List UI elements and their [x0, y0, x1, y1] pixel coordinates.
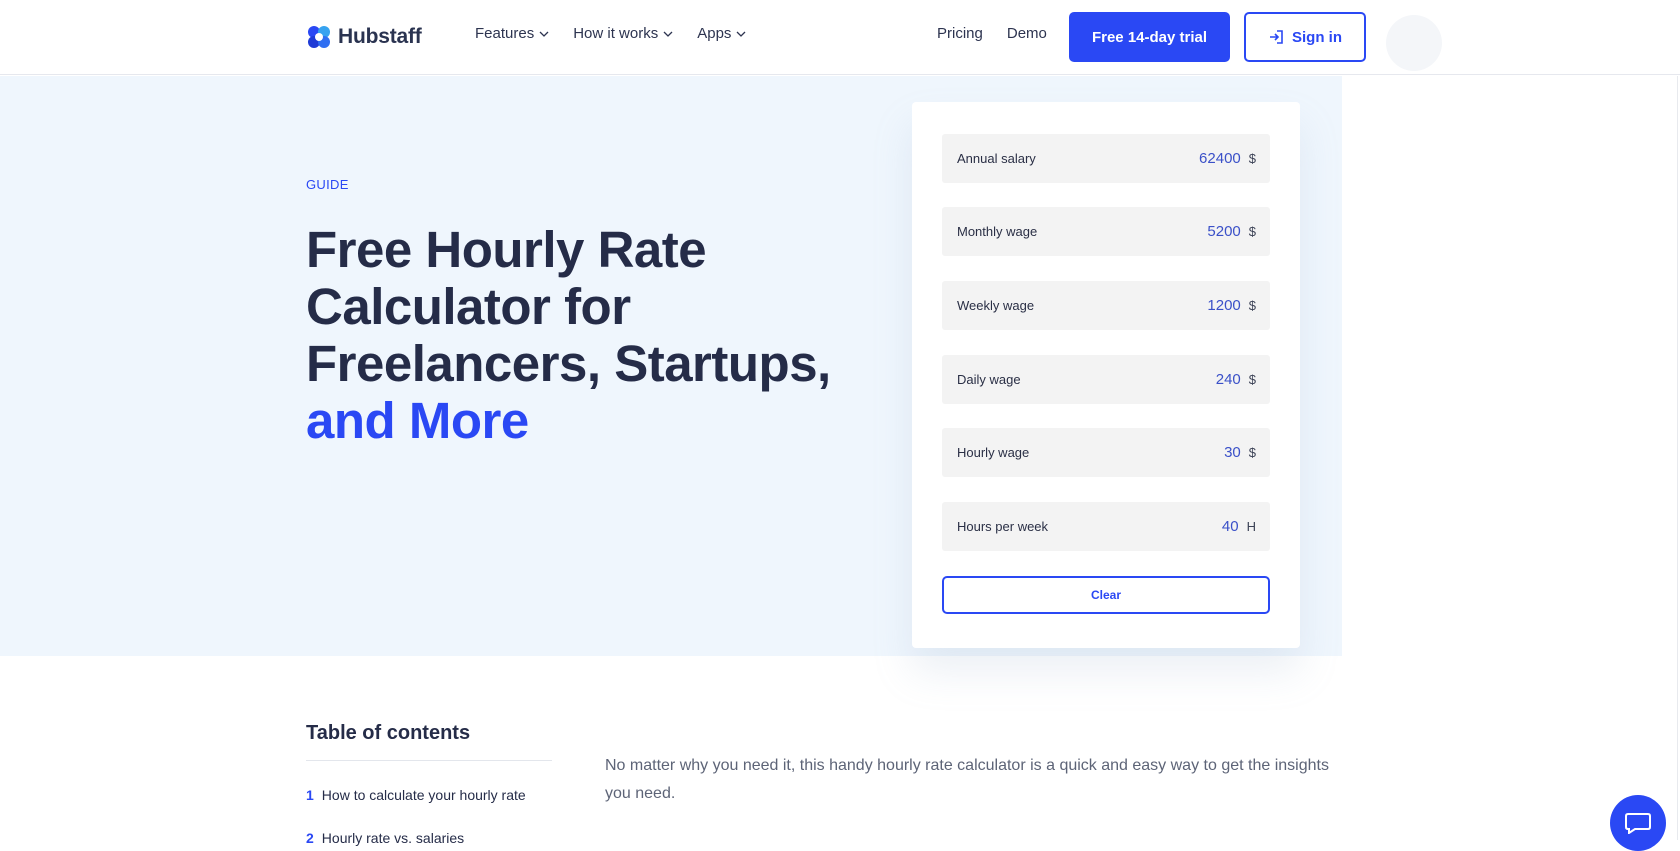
field-value[interactable]: 1200 [1207, 297, 1240, 314]
field-label: Hours per week [957, 519, 1049, 534]
nav-features-label: Features [475, 25, 535, 42]
monthly-wage-field[interactable]: Monthly wage 5200 $ [942, 207, 1270, 256]
field-unit: $ [1248, 372, 1256, 387]
sign-in-icon [1270, 30, 1283, 44]
hourly-wage-field[interactable]: Hourly wage 30 $ [942, 428, 1270, 477]
site-header: Hubstaff Features How it works Apps Pric… [0, 0, 1680, 75]
logo-text: Hubstaff [338, 25, 422, 48]
title-line-2: Calculator for [306, 278, 631, 335]
pricing-link[interactable]: Pricing [937, 25, 983, 42]
weekly-wage-field[interactable]: Weekly wage 1200 $ [942, 281, 1270, 330]
chevron-down-icon [539, 31, 549, 37]
field-label: Weekly wage [957, 298, 1035, 313]
free-trial-button[interactable]: Free 14-day trial [1069, 12, 1230, 62]
toc-item[interactable]: 2 Hourly rate vs. salaries [306, 830, 464, 846]
toc-item-label: How to calculate your hourly rate [321, 787, 526, 803]
field-unit: $ [1248, 224, 1256, 239]
hours-per-week-field[interactable]: Hours per week 40 H [942, 502, 1270, 551]
field-label: Hourly wage [957, 445, 1030, 460]
secondary-nav: Pricing Demo [937, 25, 1047, 42]
hubstaff-logo-icon [308, 26, 330, 48]
scrollbar[interactable] [1677, 76, 1678, 840]
title-accent: and More [306, 392, 529, 449]
sign-in-button[interactable]: Sign in [1244, 12, 1366, 62]
field-value[interactable]: 30 [1224, 444, 1241, 461]
toc-item-number: 1 [306, 787, 314, 803]
toc-item[interactable]: 1 How to calculate your hourly rate [306, 787, 526, 803]
avatar-placeholder [1386, 15, 1442, 71]
chevron-down-icon [736, 31, 746, 37]
field-label: Annual salary [957, 151, 1036, 166]
nav-how-it-works-label: How it works [573, 25, 659, 42]
field-value[interactable]: 62400 [1199, 150, 1241, 167]
field-value[interactable]: 40 [1222, 518, 1239, 535]
clear-button[interactable]: Clear [942, 576, 1270, 614]
field-value[interactable]: 5200 [1207, 223, 1240, 240]
page-title: Free Hourly Rate Calculator for Freelanc… [306, 221, 846, 449]
field-label: Monthly wage [957, 224, 1038, 239]
demo-link[interactable]: Demo [1007, 25, 1047, 42]
title-line-1: Free Hourly Rate [306, 221, 707, 278]
title-line-3: Freelancers, Startups, [306, 335, 831, 392]
toc-item-number: 2 [306, 830, 314, 846]
chat-icon [1625, 813, 1651, 834]
field-unit: $ [1248, 151, 1256, 166]
hourly-rate-calculator: Annual salary 62400 $ Monthly wage 5200 … [912, 102, 1300, 648]
toc-item-label: Hourly rate vs. salaries [321, 830, 465, 846]
guide-label: GUIDE [306, 177, 349, 192]
field-unit: $ [1248, 445, 1256, 460]
toc-divider [306, 760, 552, 761]
chevron-down-icon [663, 31, 673, 37]
toc-title: Table of contents [306, 722, 471, 744]
field-unit: H [1246, 519, 1256, 534]
daily-wage-field[interactable]: Daily wage 240 $ [942, 355, 1270, 404]
nav-features[interactable]: Features [475, 25, 549, 42]
nav-how-it-works[interactable]: How it works [573, 25, 673, 42]
nav-apps-label: Apps [697, 25, 732, 42]
hubstaff-logo[interactable]: Hubstaff [306, 22, 422, 52]
intro-paragraph: No matter why you need it, this handy ho… [605, 757, 1329, 802]
field-label: Daily wage [957, 372, 1021, 387]
main-nav: Features How it works Apps [475, 25, 746, 42]
chat-button[interactable] [1610, 795, 1666, 851]
field-value[interactable]: 240 [1216, 371, 1241, 388]
nav-apps[interactable]: Apps [697, 25, 746, 42]
annual-salary-field[interactable]: Annual salary 62400 $ [942, 134, 1270, 183]
field-unit: $ [1248, 298, 1256, 313]
sign-in-label: Sign in [1292, 28, 1342, 46]
